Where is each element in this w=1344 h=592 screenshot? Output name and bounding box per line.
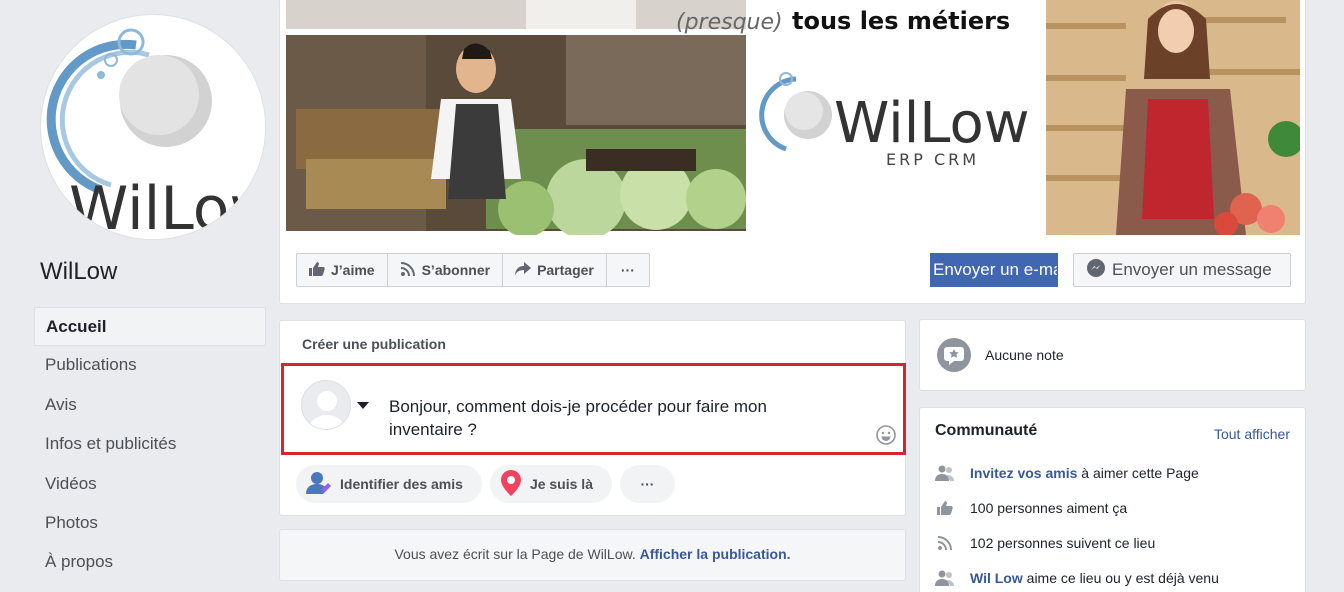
tag-friends-label: Identifier des amis	[340, 476, 463, 492]
post-notice-card: Vous avez écrit sur la Page de WilLow. A…	[279, 529, 906, 581]
cover-brand-sub: ERP CRM	[886, 150, 979, 169]
sidebar-item-a-propos[interactable]: À propos	[34, 543, 266, 582]
thumbs-up-icon	[309, 261, 325, 279]
share-arrow-icon	[515, 261, 532, 279]
people-icon	[935, 569, 955, 587]
view-post-link[interactable]: Afficher la publication.	[640, 546, 791, 562]
post-options: Identifier des amis Je suis là ···	[296, 465, 675, 503]
star-bubble-icon	[937, 338, 971, 372]
avatar[interactable]	[301, 380, 351, 430]
sidebar-item-photos[interactable]: Photos	[34, 504, 266, 543]
notes-label: Aucune note	[985, 347, 1064, 363]
community-follows-row: 102 personnes suivent ce lieu	[935, 534, 1155, 552]
create-post-title: Créer une publication	[302, 336, 446, 352]
sidebar-item-publications[interactable]: Publications	[34, 346, 266, 385]
like-button[interactable]: J’aime	[297, 254, 388, 286]
visitor-name-link[interactable]: Wil Low	[970, 570, 1023, 586]
caret-down-icon[interactable]	[357, 402, 369, 409]
profile-picture[interactable]: WilLow	[40, 14, 266, 240]
sidebar-item-accueil[interactable]: Accueil	[34, 307, 266, 347]
more-actions-label: ···	[620, 262, 635, 278]
more-post-options-button[interactable]: ···	[619, 465, 675, 503]
notes-card: Aucune note	[919, 319, 1306, 391]
likes-count-text: 100 personnes aiment ça	[970, 500, 1128, 516]
rss-icon	[935, 534, 955, 552]
community-title: Communauté	[935, 422, 1038, 439]
location-pin-icon	[500, 469, 522, 499]
share-label: Partager	[537, 262, 594, 278]
sidebar-nav: Accueil Publications Avis Infos et publi…	[34, 307, 266, 583]
post-notice-text: Vous avez écrit sur la Page de WilLow.	[394, 546, 636, 562]
see-all-link[interactable]: Tout afficher	[1214, 426, 1290, 442]
emoji-icon[interactable]	[876, 425, 896, 445]
thumbs-up-icon	[935, 499, 955, 517]
rss-icon	[400, 261, 416, 280]
sidebar-item-videos[interactable]: Vidéos	[34, 465, 266, 504]
messenger-icon	[1086, 258, 1106, 283]
post-composer[interactable]: Bonjour, comment dois-je procéder pour f…	[281, 363, 906, 455]
tag-friends-icon	[306, 471, 332, 498]
invite-friends-link[interactable]: Invitez vos amis	[970, 465, 1077, 481]
send-message-label: Envoyer un message	[1112, 260, 1272, 279]
community-visitor-row: Wil Low aime ce lieu ou y est déjà venu	[935, 569, 1219, 587]
page-actions-bar: J’aime S’abonner Partager ···	[296, 253, 650, 287]
invite-rest-text: à aimer cette Page	[1081, 465, 1199, 481]
follows-count-text: 102 personnes suivent ce lieu	[970, 535, 1156, 551]
checkin-label: Je suis là	[529, 476, 593, 492]
page-name[interactable]: WilLow	[40, 258, 117, 286]
cover-tagline-bold: tous les métiers	[792, 7, 1010, 35]
sidebar-item-avis[interactable]: Avis	[34, 386, 266, 425]
profile-logo-text: WilLow	[69, 174, 266, 240]
community-card: Communauté Tout afficher Invitez vos ami…	[919, 407, 1306, 592]
more-actions-button[interactable]: ···	[607, 254, 649, 286]
tag-friends-button[interactable]: Identifier des amis	[296, 465, 482, 503]
cover-brand: WilLow	[834, 91, 1030, 156]
sidebar-item-infos-publicites[interactable]: Infos et publicités	[34, 425, 266, 464]
community-likes-row: 100 personnes aiment ça	[935, 499, 1127, 517]
send-email-button[interactable]: Envoyer un e-mail	[930, 253, 1058, 287]
cover-tagline-italic: (presque)	[676, 10, 783, 35]
post-text-input[interactable]: Bonjour, comment dois-je procéder pour f…	[389, 395, 809, 441]
send-message-button[interactable]: Envoyer un message	[1073, 253, 1291, 287]
people-icon	[935, 464, 955, 482]
more-post-options-label: ···	[640, 476, 655, 492]
visitor-rest-text: aime ce lieu ou y est déjà venu	[1026, 570, 1219, 586]
checkin-button[interactable]: Je suis là	[489, 465, 612, 503]
cover-card: (presque) tous les métiers WilLow ERP CR…	[279, 0, 1306, 304]
like-label: J’aime	[331, 262, 375, 278]
create-post-card: Créer une publication Bonjour, comment d…	[279, 320, 906, 516]
share-button[interactable]: Partager	[503, 254, 607, 286]
follow-label: S’abonner	[421, 262, 491, 278]
community-invite-row: Invitez vos amis à aimer cette Page	[935, 464, 1199, 482]
cover-photo[interactable]: (presque) tous les métiers WilLow ERP CR…	[286, 0, 1300, 235]
follow-button[interactable]: S’abonner	[388, 254, 504, 286]
